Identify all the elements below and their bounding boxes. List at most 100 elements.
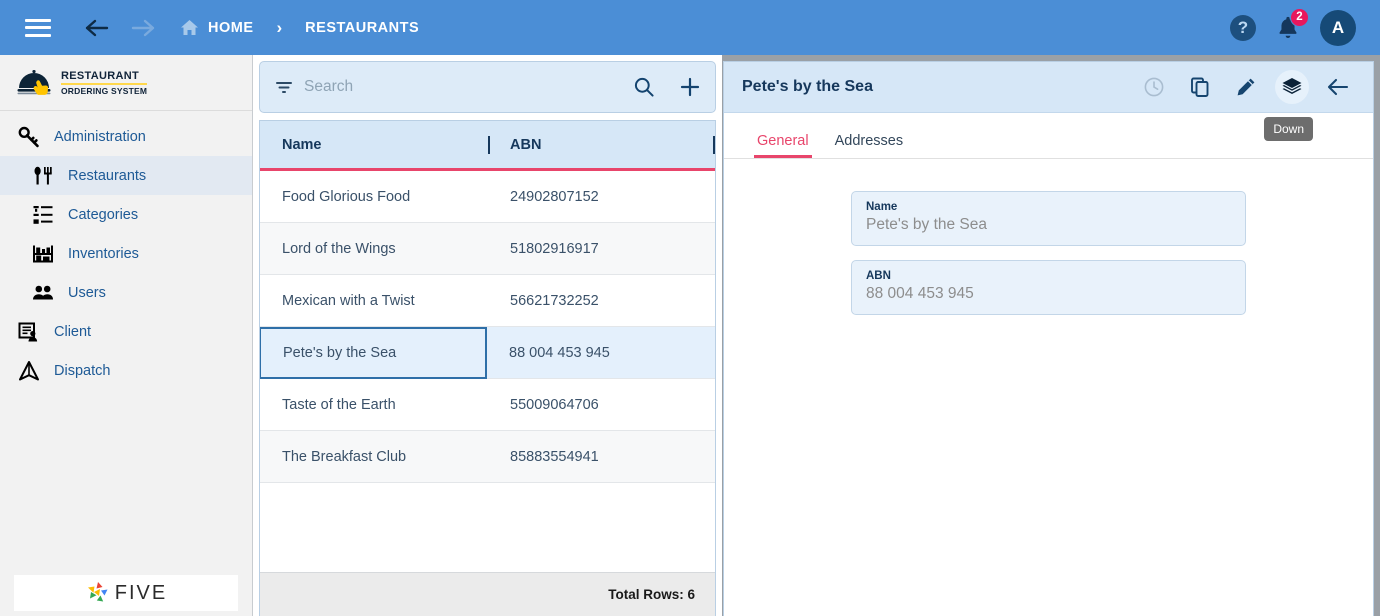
avatar[interactable]: A — [1320, 9, 1356, 46]
notifications-bell-icon[interactable]: 2 — [1274, 7, 1309, 42]
field-label: Name — [866, 201, 898, 213]
five-logo-text: FIVE — [114, 581, 168, 604]
top-navigation-bar: HOME › RESTAURANTS ? 2 A — [0, 0, 1380, 55]
general-form: Name Pete's by the Sea ABN 88 004 453 94… — [724, 159, 1373, 616]
tooltip-down: Down — [1264, 117, 1313, 141]
detail-header: Pete's by the Sea — [724, 62, 1373, 113]
key-icon — [14, 126, 44, 148]
brand-line-2: ORDERING SYSTEM — [61, 85, 148, 96]
field-value: 88 004 453 945 — [866, 285, 974, 302]
grid-header-row: Name ABN — [260, 121, 715, 171]
sidebar-item-inventories[interactable]: Inventories — [0, 234, 252, 273]
application-window: HOME › RESTAURANTS ? 2 A RESTAURANT ORDE… — [0, 0, 1380, 616]
column-header-label: Name — [282, 136, 322, 153]
history-clock-icon[interactable] — [1137, 70, 1171, 104]
breadcrumb-home-label[interactable]: HOME — [208, 20, 254, 36]
field-label: ABN — [866, 270, 891, 282]
sidebar-item-restaurants[interactable]: Restaurants — [0, 156, 252, 195]
breadcrumb: HOME › RESTAURANTS — [180, 18, 419, 38]
main-body: RESTAURANT ORDERING SYSTEM Administratio… — [0, 55, 1380, 616]
layers-icon[interactable] — [1275, 70, 1309, 104]
search-bar — [259, 61, 716, 113]
cell-name: Taste of the Earth — [282, 396, 396, 413]
sidebar-item-label: Categories — [68, 206, 139, 223]
column-header-name[interactable]: Name — [260, 121, 488, 168]
tab-addresses[interactable]: Addresses — [822, 133, 917, 158]
chevron-right-icon: › — [276, 17, 283, 37]
cell-abn: 24902807152 — [510, 188, 599, 205]
document-person-icon — [14, 321, 44, 343]
sidebar-item-label: Client — [54, 323, 92, 340]
brand-logo: RESTAURANT ORDERING SYSTEM — [0, 55, 252, 111]
sidebar-nav-list: Administration Restaurants Categories In… — [0, 111, 252, 390]
brand-line-1: RESTAURANT — [61, 70, 148, 85]
cloche-logo-icon — [16, 68, 52, 98]
topbar-actions: ? 2 A — [1230, 7, 1362, 46]
notification-count-badge: 2 — [1290, 7, 1309, 27]
edit-pencil-icon[interactable] — [1229, 70, 1263, 104]
grid-body: Food Glorious Food 24902807152 Lord of t… — [260, 171, 715, 572]
cell-abn: 88 004 453 945 — [509, 344, 610, 361]
list-settings-icon — [28, 204, 58, 226]
cell-name[interactable]: Pete's by the Sea — [260, 326, 487, 379]
table-row[interactable]: Food Glorious Food 24902807152 — [260, 171, 715, 223]
cell-name: The Breakfast Club — [282, 448, 407, 465]
hamburger-menu-icon[interactable] — [18, 8, 58, 48]
restaurants-list-pane: Name ABN Food Glorious Food 24902807152 … — [253, 55, 723, 616]
sidebar: RESTAURANT ORDERING SYSTEM Administratio… — [0, 55, 253, 616]
home-icon[interactable] — [180, 19, 199, 36]
cell-name: Mexican with a Twist — [282, 292, 415, 309]
tab-general[interactable]: General — [744, 133, 822, 158]
five-pinwheel-icon — [85, 580, 111, 606]
table-row[interactable]: Taste of the Earth 55009064706 — [260, 379, 715, 431]
shelf-icon — [28, 243, 58, 265]
users-icon — [28, 282, 58, 304]
detail-tabs: General Addresses Down — [724, 113, 1373, 159]
search-input[interactable] — [304, 78, 623, 96]
column-header-abn[interactable]: ABN — [488, 121, 715, 168]
abn-field[interactable]: ABN 88 004 453 945 — [851, 260, 1246, 315]
cell-abn: 85883554941 — [510, 448, 599, 465]
cell-abn: 51802916917 — [510, 240, 599, 257]
table-row[interactable]: The Breakfast Club 85883554941 — [260, 431, 715, 483]
arrow-forward-icon[interactable] — [124, 8, 164, 48]
total-rows-label: Total Rows: 6 — [608, 587, 695, 602]
sidebar-item-client[interactable]: Client — [0, 312, 252, 351]
table-row[interactable]: Lord of the Wings 51802916917 — [260, 223, 715, 275]
sidebar-item-label: Administration — [54, 128, 146, 145]
column-header-label: ABN — [510, 136, 542, 153]
cell-name: Lord of the Wings — [282, 240, 396, 257]
arrow-back-icon[interactable] — [76, 8, 116, 48]
field-value: Pete's by the Sea — [866, 216, 988, 233]
sidebar-item-categories[interactable]: Categories — [0, 195, 252, 234]
cell-name: Food Glorious Food — [282, 188, 411, 205]
search-icon[interactable] — [633, 76, 655, 98]
restaurants-grid: Name ABN Food Glorious Food 24902807152 … — [259, 120, 716, 616]
table-row[interactable]: Mexican with a Twist 56621732252 — [260, 275, 715, 327]
sidebar-item-label: Dispatch — [54, 362, 111, 379]
help-icon[interactable]: ? — [1230, 14, 1256, 41]
sidebar-item-label: Users — [68, 284, 106, 301]
detail-actions — [1137, 70, 1355, 104]
filter-icon[interactable] — [274, 79, 294, 95]
page-title: Pete's by the Sea — [742, 78, 873, 95]
navigation-arrow-icon — [14, 360, 44, 382]
sidebar-item-label: Inventories — [68, 245, 139, 262]
arrow-back-icon[interactable] — [1321, 70, 1355, 104]
cutlery-icon — [28, 165, 58, 187]
column-divider[interactable] — [713, 135, 715, 154]
sidebar-item-label: Restaurants — [68, 167, 147, 184]
column-divider[interactable] — [488, 135, 490, 154]
copy-icon[interactable] — [1183, 70, 1217, 104]
plus-icon[interactable] — [679, 76, 701, 98]
sidebar-item-dispatch[interactable]: Dispatch — [0, 351, 252, 390]
detail-pane: Pete's by the Sea General Addresses Down… — [723, 61, 1374, 616]
name-field[interactable]: Name Pete's by the Sea — [851, 191, 1246, 246]
table-row-selected[interactable]: Pete's by the Sea 88 004 453 945 — [260, 326, 715, 379]
sidebar-item-administration[interactable]: Administration — [0, 117, 252, 156]
five-footer-logo: FIVE — [14, 575, 238, 611]
cell-abn: 55009064706 — [510, 396, 599, 413]
breadcrumb-current-label: RESTAURANTS — [305, 19, 420, 36]
sidebar-item-users[interactable]: Users — [0, 273, 252, 312]
grid-footer: Total Rows: 6 — [260, 572, 715, 616]
